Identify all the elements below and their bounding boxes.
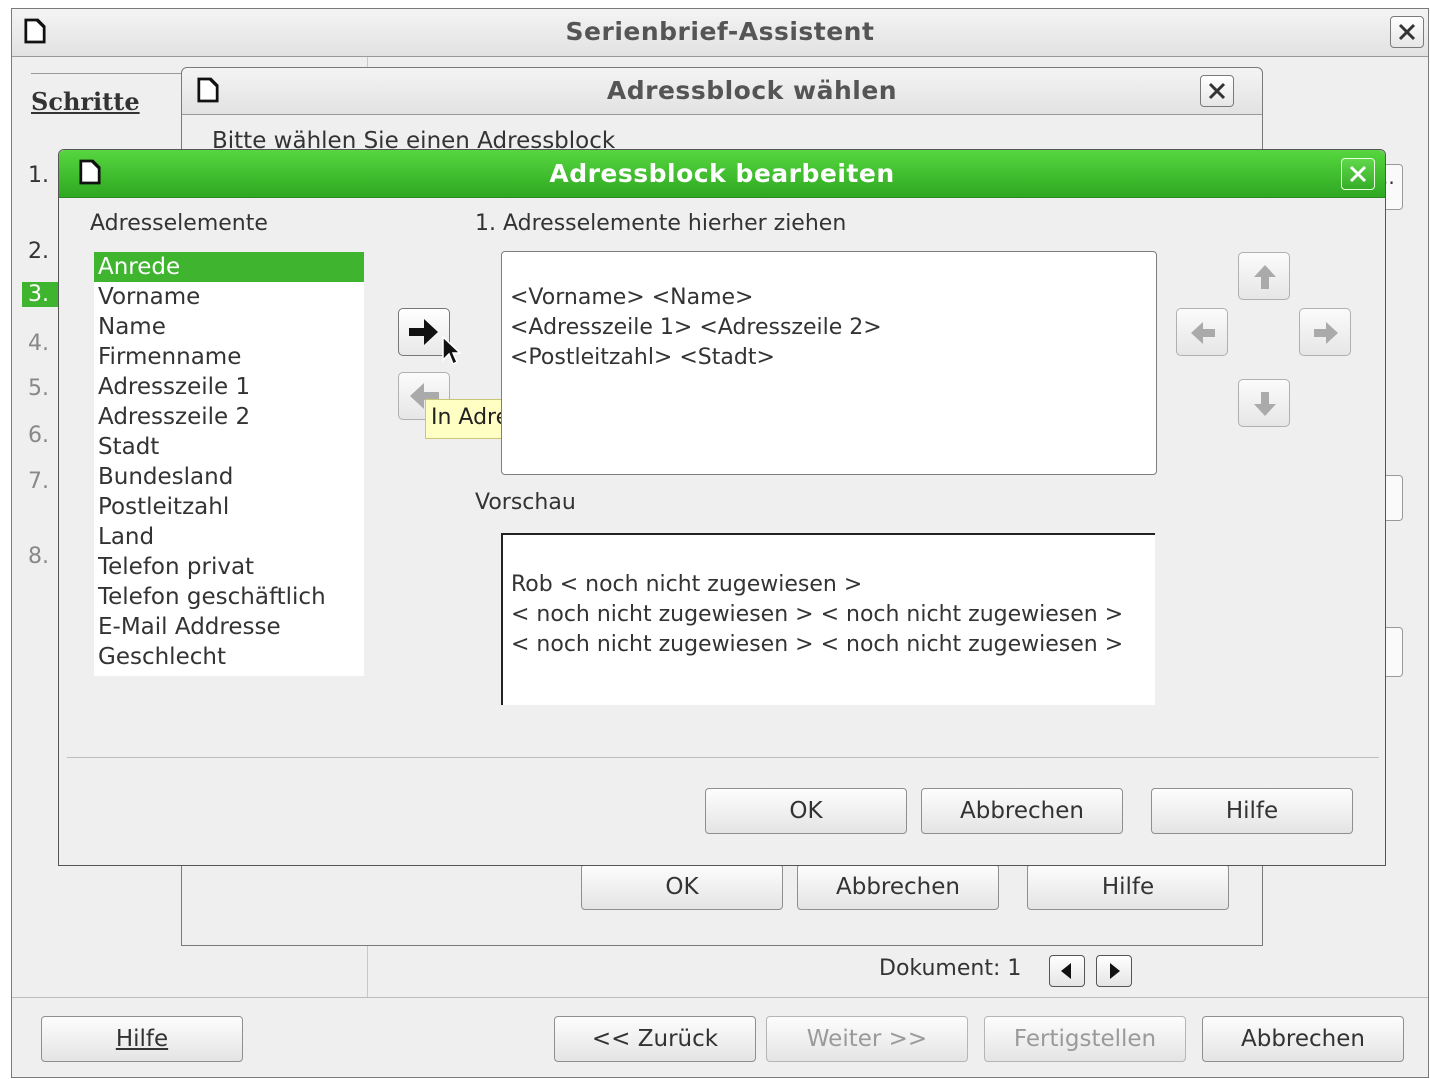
- edit-address-dialog: Adressblock bearbeiten Adresselemente An…: [58, 149, 1386, 866]
- triangle-right-icon: [1110, 963, 1120, 979]
- address-line-1: <Vorname> <Name>: [510, 285, 754, 310]
- move-up-button[interactable]: [1238, 252, 1290, 300]
- choose-close-button[interactable]: [1200, 75, 1234, 107]
- main-cancel-button[interactable]: Abbrechen: [1202, 1016, 1404, 1062]
- address-line-2: <Adresszeile 1> <Adresszeile 2>: [510, 315, 882, 340]
- list-item[interactable]: Bundesland: [94, 462, 364, 492]
- list-item[interactable]: Postleitzahl: [94, 492, 364, 522]
- list-item[interactable]: E-Mail Addresse: [94, 612, 364, 642]
- triangle-left-icon: [1061, 963, 1071, 979]
- move-left-button[interactable]: [1176, 308, 1228, 356]
- back-button[interactable]: << Zurück: [554, 1016, 756, 1062]
- step-7[interactable]: 7.: [28, 469, 49, 494]
- preview-box: Rob < noch nicht zugewiesen > < noch nic…: [501, 533, 1155, 705]
- main-close-button[interactable]: [1390, 16, 1424, 48]
- list-item[interactable]: Firmenname: [94, 342, 364, 372]
- arrow-up-icon: [1254, 265, 1276, 289]
- close-icon: [1398, 23, 1416, 41]
- preview-label: Vorschau: [475, 490, 576, 515]
- address-block-editor[interactable]: <Vorname> <Name> <Adresszeile 1> <Adress…: [501, 251, 1157, 475]
- mouse-cursor-icon: [442, 336, 462, 366]
- arrow-left-icon: [1191, 322, 1215, 344]
- drag-area-label: 1. Adresselemente hierher ziehen: [475, 211, 846, 236]
- preview-line-2: < noch nicht zugewiesen > < noch nicht z…: [511, 602, 1124, 627]
- list-item[interactable]: Telefon privat: [94, 552, 364, 582]
- list-item[interactable]: Geschlecht: [94, 642, 364, 672]
- list-item[interactable]: Adresszeile 2: [94, 402, 364, 432]
- steps-heading: Schritte: [31, 87, 140, 116]
- list-item[interactable]: Anrede: [94, 252, 364, 282]
- choose-titlebar: Adressblock wählen: [182, 68, 1262, 115]
- edit-titlebar: Adressblock bearbeiten: [59, 150, 1385, 198]
- edit-separator: [67, 757, 1379, 758]
- main-help-button[interactable]: Hilfe: [41, 1016, 243, 1062]
- preview-line-1: Rob < noch nicht zugewiesen >: [511, 572, 863, 597]
- list-item[interactable]: Adresszeile 1: [94, 372, 364, 402]
- step-2[interactable]: 2.: [28, 239, 49, 264]
- drag-area-label-text: 1. Adresselemente hierher ziehen: [475, 211, 847, 236]
- step-6[interactable]: 6.: [28, 423, 49, 448]
- next-button[interactable]: Weiter >>: [766, 1016, 968, 1062]
- list-item[interactable]: Stadt: [94, 432, 364, 462]
- list-item[interactable]: Vorname: [94, 282, 364, 312]
- move-down-button[interactable]: [1238, 379, 1290, 427]
- edit-cancel-button[interactable]: Abbrechen: [921, 788, 1123, 834]
- main-titlebar: Serienbrief-Assistent: [12, 9, 1428, 57]
- close-icon: [1349, 165, 1367, 183]
- list-item[interactable]: Land: [94, 522, 364, 552]
- elements-label: Adresselemente: [90, 211, 268, 236]
- prev-document-button[interactable]: [1049, 955, 1085, 987]
- choose-help-button[interactable]: Hilfe: [1027, 864, 1229, 910]
- close-icon: [1208, 82, 1226, 100]
- edit-help-button[interactable]: Hilfe: [1151, 788, 1353, 834]
- choose-window-title: Adressblock wählen: [606, 76, 898, 105]
- list-item[interactable]: Telefon geschäftlich: [94, 582, 364, 612]
- address-lines: <Vorname> <Name> <Adresszeile 1> <Adress…: [510, 283, 882, 373]
- step-5[interactable]: 5.: [28, 376, 49, 401]
- edit-dialog-title: Adressblock bearbeiten: [549, 159, 895, 188]
- preview-line-3: < noch nicht zugewiesen > < noch nicht z…: [511, 632, 1124, 657]
- list-item[interactable]: Name: [94, 312, 364, 342]
- move-right-button[interactable]: [1299, 308, 1351, 356]
- main-window-title: Serienbrief-Assistent: [565, 17, 875, 46]
- main-help-label: Hilfe: [115, 1026, 169, 1052]
- edit-close-button[interactable]: [1341, 158, 1375, 190]
- finish-button[interactable]: Fertigstellen: [984, 1016, 1186, 1062]
- address-line-3: <Postleitzahl> <Stadt>: [510, 345, 775, 370]
- preview-lines: Rob < noch nicht zugewiesen > < noch nic…: [511, 570, 1123, 660]
- choose-cancel-button[interactable]: Abbrechen: [797, 864, 999, 910]
- choose-ok-label: OK: [665, 874, 699, 900]
- choose-ok-button[interactable]: OK: [581, 864, 783, 910]
- step-8[interactable]: 8.: [28, 544, 49, 569]
- step-4[interactable]: 4.: [28, 331, 49, 356]
- step-1[interactable]: 1.: [28, 163, 49, 188]
- next-document-button[interactable]: [1096, 955, 1132, 987]
- document-counter: Dokument: 1: [879, 956, 1022, 981]
- bottom-separator: [12, 997, 1428, 998]
- steps-divider: [31, 73, 191, 74]
- arrow-right-icon: [1314, 322, 1338, 344]
- arrow-down-icon: [1254, 392, 1276, 416]
- edit-ok-button[interactable]: OK: [705, 788, 907, 834]
- elements-list[interactable]: Anrede Vorname Name Firmenname Adresszeile 1…: [94, 252, 364, 676]
